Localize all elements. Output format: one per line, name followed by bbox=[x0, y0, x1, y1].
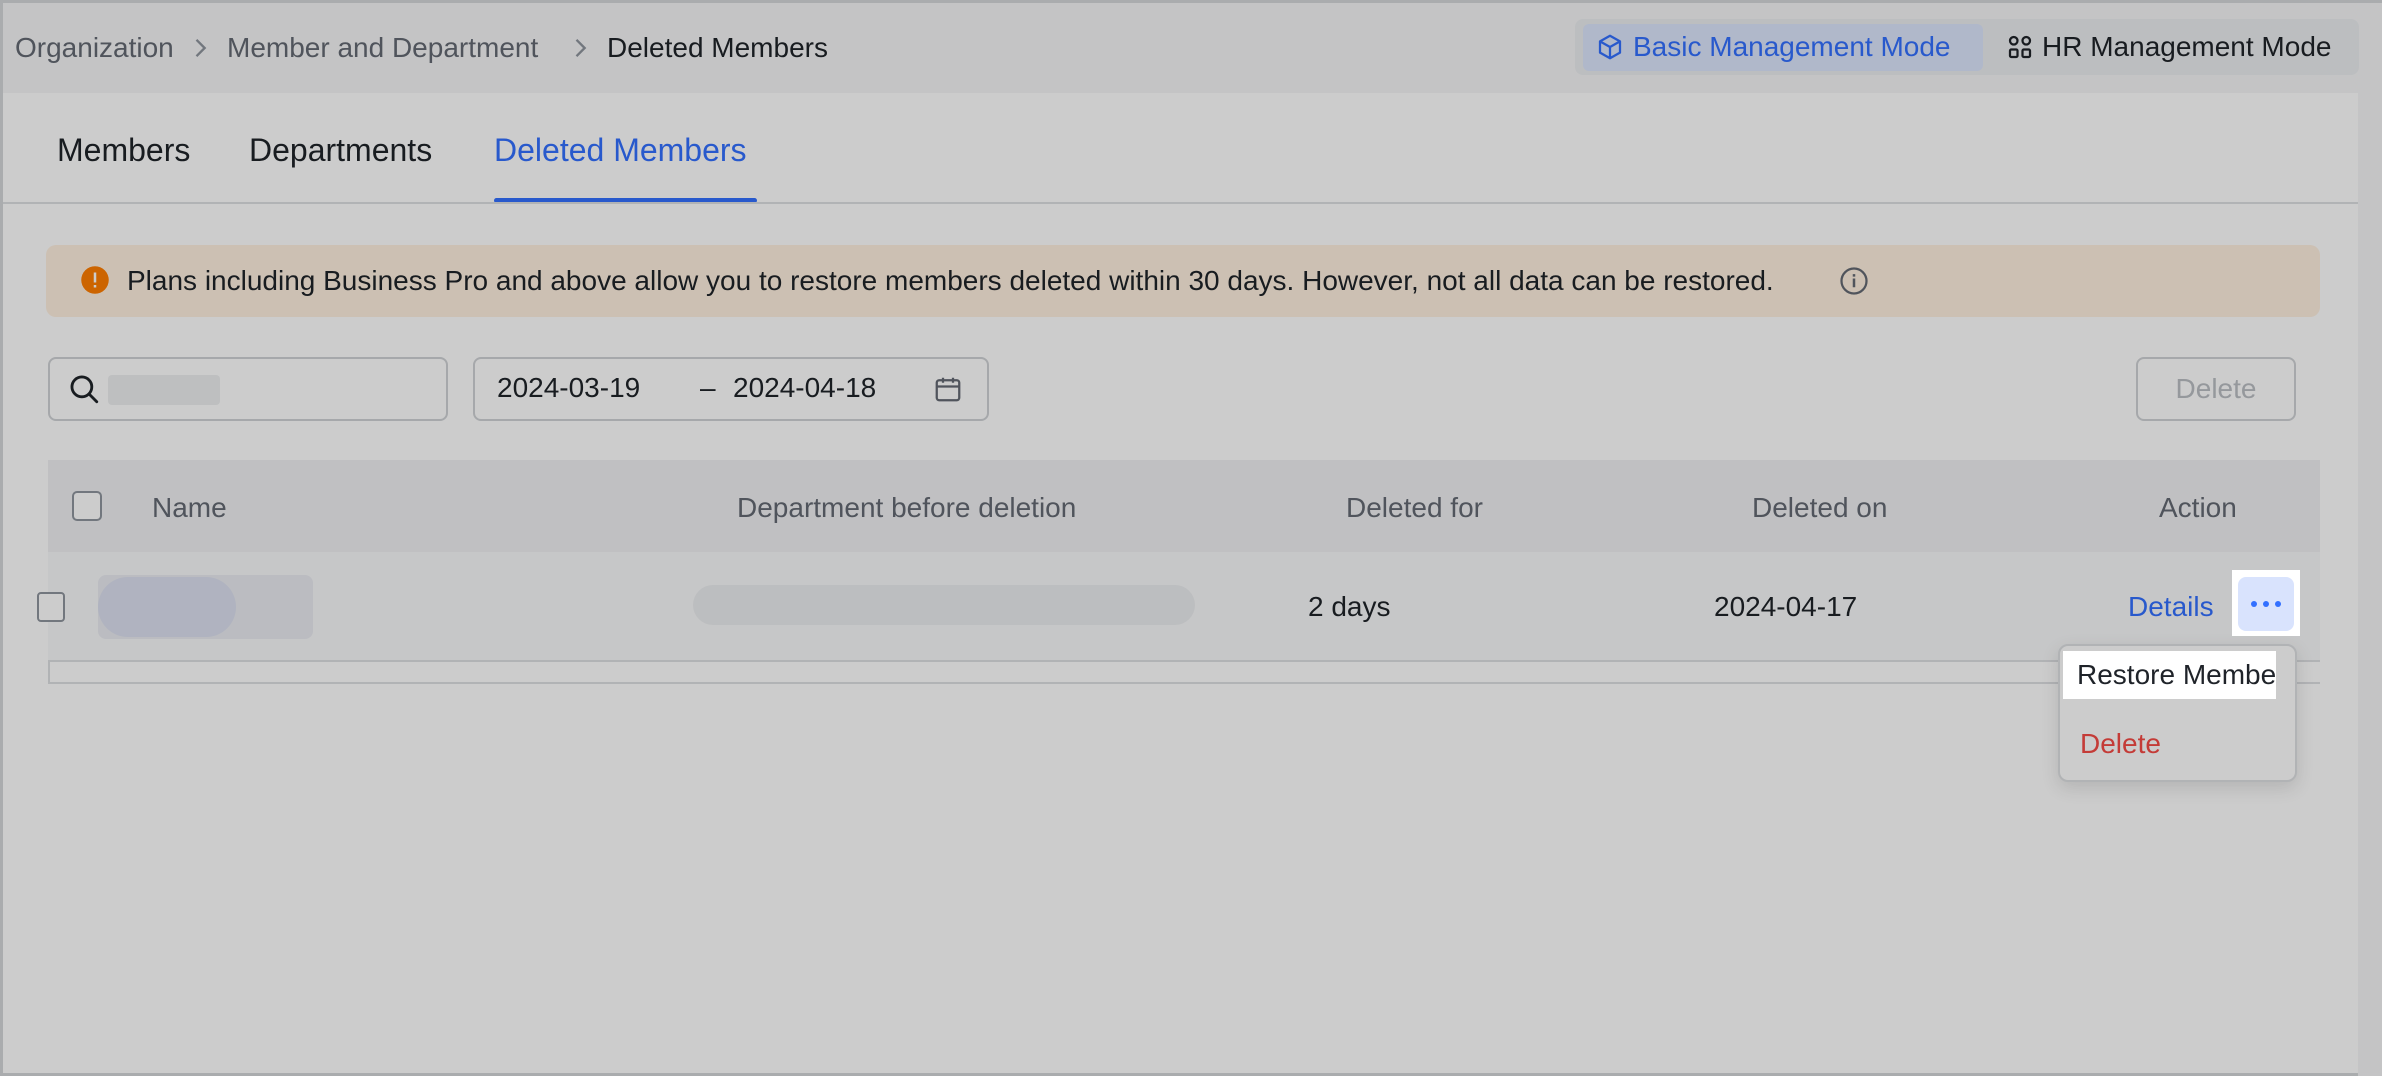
date-start[interactable]: 2024-03-19 bbox=[497, 370, 640, 406]
menu-item-delete[interactable]: Delete bbox=[2080, 726, 2161, 762]
more-icon-dot bbox=[2251, 601, 2257, 607]
more-icon-dot bbox=[2263, 601, 2269, 607]
more-actions-button[interactable] bbox=[2238, 577, 2294, 631]
basic-mode-label[interactable]: Basic Management Mode bbox=[1633, 28, 1951, 66]
details-link[interactable]: Details bbox=[2128, 589, 2214, 625]
search-icon bbox=[70, 375, 99, 404]
date-separator: – bbox=[700, 372, 716, 403]
avatar bbox=[98, 577, 236, 637]
chevron-right-icon bbox=[195, 39, 207, 57]
tab-members[interactable]: Members bbox=[57, 130, 190, 170]
select-all-checkbox[interactable] bbox=[72, 491, 102, 521]
menu-item-restore-member[interactable]: Restore Member bbox=[2063, 651, 2276, 699]
search-blurred-text bbox=[108, 375, 220, 405]
hr-mode-label[interactable]: HR Management Mode bbox=[2042, 28, 2331, 66]
calendar-icon bbox=[935, 377, 961, 402]
right-edge-strip bbox=[2358, 93, 2382, 1076]
breadcrumb-organization[interactable]: Organization bbox=[15, 30, 174, 66]
column-deleted-on: Deleted on bbox=[1752, 492, 1888, 523]
breadcrumb-current: Deleted Members bbox=[607, 32, 828, 63]
table-header bbox=[48, 460, 2320, 552]
deleted-on-value: 2024-04-17 bbox=[1714, 591, 1858, 622]
restore-member-label: Restore Member bbox=[2077, 659, 2276, 690]
tab-departments[interactable]: Departments bbox=[249, 130, 432, 170]
notice-text: Plans including Business Pro and above a… bbox=[127, 265, 1774, 296]
more-icon-dot bbox=[2275, 601, 2281, 607]
app-window: Organization Member and Department Delet… bbox=[0, 0, 2382, 1076]
chevron-right-icon bbox=[575, 39, 587, 57]
column-action: Action bbox=[2159, 492, 2237, 523]
table-bottom-border bbox=[48, 662, 2320, 684]
cube-icon bbox=[1598, 34, 1622, 60]
tab-divider bbox=[3, 202, 2358, 204]
column-name: Name bbox=[152, 492, 227, 523]
deleted-for-value: 2 days bbox=[1308, 591, 1391, 622]
warning-icon bbox=[81, 266, 109, 294]
date-end[interactable]: 2024-04-18 bbox=[733, 370, 876, 406]
row-checkbox[interactable] bbox=[37, 592, 65, 622]
info-icon[interactable] bbox=[1839, 266, 1869, 296]
breadcrumb-member-and-department[interactable]: Member and Department bbox=[227, 30, 538, 66]
bulk-delete-button[interactable]: Delete bbox=[2136, 357, 2296, 421]
department-blurred bbox=[693, 585, 1195, 625]
tab-deleted-members[interactable]: Deleted Members bbox=[494, 130, 747, 170]
column-department: Department before deletion bbox=[737, 492, 1077, 523]
grid-people-icon bbox=[2008, 35, 2032, 59]
column-deleted-for: Deleted for bbox=[1346, 492, 1483, 523]
